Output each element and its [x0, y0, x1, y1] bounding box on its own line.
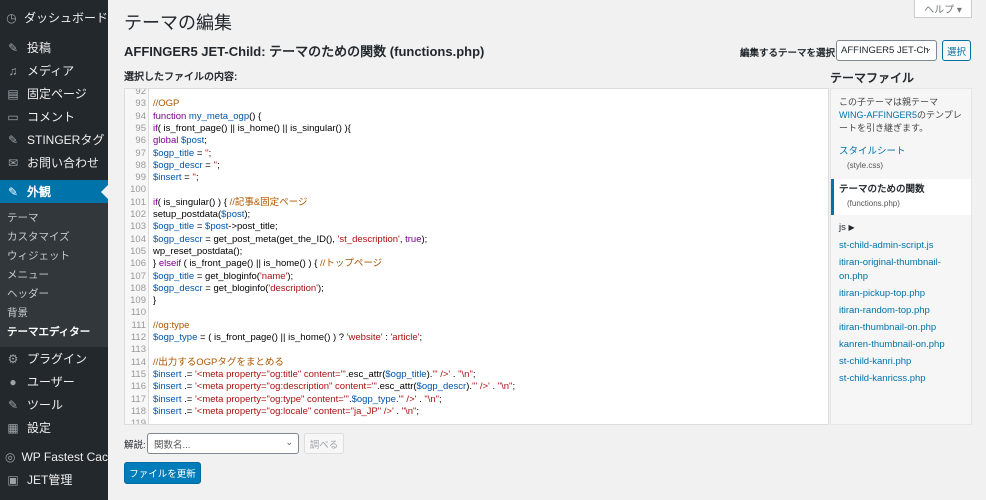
sidebar-item-5[interactable]: ✎ STINGERタグ: [0, 128, 108, 151]
lookup-button[interactable]: 調べる: [304, 433, 344, 454]
sidebar-item-label: プラグイン: [27, 352, 88, 366]
submenu-item-2[interactable]: ウィジェット: [0, 246, 108, 265]
file-item[interactable]: kanren-thumbnail-on.php: [831, 338, 971, 352]
admin-sidebar: ◷ ダッシュボード ✎ 投稿 ♫ メディア ▤ 固定ページ ▭ コメント ✎ S…: [0, 0, 108, 500]
sidebar-item-1[interactable]: ✎ 投稿: [0, 36, 108, 59]
sidebar-item-3[interactable]: ▤ 固定ページ: [0, 82, 108, 105]
sidebar-item-label: ユーザー: [27, 375, 75, 389]
child-theme-note: この子テーマは親テーマ WING-AFFINGER5のテンプレートを引き継ぎます…: [831, 89, 971, 135]
file-item[interactable]: itiran-pickup-top.php: [831, 287, 971, 301]
line-number: 119: [130, 418, 146, 425]
submenu-item-5[interactable]: 背景: [0, 303, 108, 322]
folder-js-label: js: [839, 222, 846, 233]
caret-right-icon: ▶: [848, 223, 855, 232]
sidebar-item-label: STINGERタグ: [27, 133, 105, 147]
sidebar-item-label: JET管理: [27, 473, 73, 487]
theme-files-panel: この子テーマは親テーマ WING-AFFINGER5のテンプレートを引き継ぎます…: [830, 88, 972, 425]
plugin-icon: ⚙: [7, 351, 19, 366]
submenu-item-1[interactable]: カスタマイズ: [0, 227, 108, 246]
theme-select-value: AFFINGER5 JET-Ch: [841, 45, 929, 56]
comment-icon: ▭: [7, 109, 19, 124]
sidebar-item-4[interactable]: ▭ コメント: [0, 105, 108, 128]
cache-icon: ◎: [5, 449, 16, 464]
appearance-submenu: テーマ カスタマイズ ウィジェット メニュー ヘッダー 背景 テーマエディター: [0, 203, 108, 347]
sidebar-item-appearance[interactable]: ✎ 外観: [0, 180, 108, 203]
sidebar-item-label: ダッシュボード: [23, 11, 108, 25]
function-select-value: 関数名...: [154, 439, 191, 451]
sidebar-item-10[interactable]: ✎ ツール: [0, 393, 108, 416]
file-item-functions-name: テーマのための関数: [839, 184, 925, 195]
sidebar-item-6[interactable]: ✉ お問い合わせ: [0, 151, 108, 174]
tool-icon: ✎: [7, 397, 19, 412]
submenu-item-0[interactable]: テーマ: [0, 208, 108, 227]
sidebar-item-label: お問い合わせ: [27, 156, 100, 170]
file-content-label: 選択したファイルの内容:: [124, 72, 238, 83]
file-item[interactable]: st-child-admin-script.js: [831, 239, 971, 253]
sidebar-item-label: ツール: [27, 398, 64, 412]
sidebar-item-label: WP Fastest Cache: [21, 449, 108, 464]
dashboard-icon: ◷: [6, 10, 17, 25]
pin-icon: ✎: [7, 40, 19, 55]
documentation-label: 解説:: [124, 440, 146, 451]
update-file-button[interactable]: ファイルを更新: [124, 462, 201, 484]
sidebar-item-13[interactable]: ▣ JET管理: [0, 468, 108, 491]
submenu-item-3[interactable]: メニュー: [0, 265, 108, 284]
function-select[interactable]: 関数名... ⌄: [147, 433, 299, 454]
sidebar-item-label: 投稿: [27, 41, 52, 55]
parent-theme-link[interactable]: WING-AFFINGER5: [839, 110, 917, 120]
sidebar-item-label: メディア: [27, 64, 75, 78]
sidebar-item-8[interactable]: ⚙ プラグイン: [0, 347, 108, 370]
sidebar-item-label: 固定ページ: [27, 87, 87, 101]
sidebar-item-label: 外観: [27, 185, 52, 199]
theme-files-title: テーマファイル: [830, 71, 915, 85]
file-item[interactable]: itiran-original-thumbnail-on.php: [831, 256, 971, 284]
file-item-stylesheet-name: スタイルシート: [839, 146, 906, 157]
file-item-functions[interactable]: テーマのための関数 (functions.php): [831, 179, 971, 215]
media-icon: ♫: [8, 63, 18, 78]
theme-select-label: 編集するテーマを選択:: [740, 48, 839, 59]
page-title: テーマの編集: [124, 13, 232, 33]
code-line[interactable]: 119: [125, 417, 828, 425]
tag-icon: ✎: [7, 132, 19, 147]
file-item[interactable]: itiran-random-top.php: [831, 304, 971, 318]
sidebar-item-11[interactable]: ▦ 設定: [0, 416, 108, 439]
sidebar-item-label: コメント: [27, 110, 76, 124]
file-item-functions-file: (functions.php): [847, 199, 900, 208]
sidebar-item-2[interactable]: ♫ メディア: [0, 59, 108, 82]
file-item[interactable]: st-child-kanricss.php: [831, 372, 971, 386]
submenu-item-4[interactable]: ヘッダー: [0, 284, 108, 303]
mail-icon: ✉: [7, 155, 19, 170]
select-theme-button[interactable]: 選択: [942, 40, 971, 61]
chevron-down-icon: ⌄: [924, 43, 932, 53]
chevron-down-icon: ⌄: [285, 437, 293, 447]
help-tab[interactable]: ヘルプ ▾: [914, 0, 972, 18]
file-item-stylesheet-file: (style.css): [847, 161, 883, 170]
page-icon: ▤: [7, 86, 19, 101]
file-item-stylesheet[interactable]: スタイルシート (style.css): [831, 145, 971, 173]
submenu-item-6[interactable]: テーマエディター: [0, 322, 108, 341]
folder-js[interactable]: js ▶: [831, 222, 971, 233]
file-item[interactable]: itiran-thumbnail-on.php: [831, 321, 971, 335]
file-list: st-child-admin-script.js itiran-original-…: [831, 239, 971, 386]
user-icon: ●: [9, 374, 17, 389]
file-heading: AFFINGER5 JET-Child: テーマのための関数 (function…: [124, 44, 485, 59]
code-editor[interactable]: 92 93//OGP 94 function my_meta_ogp() {95 if(…: [124, 88, 829, 425]
sidebar-item-label: 設定: [27, 421, 52, 435]
settings-icon: ▦: [7, 420, 19, 435]
file-item[interactable]: st-child-kanri.php: [831, 355, 971, 369]
sidebar-item-12[interactable]: ◎ WP Fastest Cache: [0, 445, 108, 468]
jet-icon: ▣: [7, 472, 19, 487]
appearance-icon: ✎: [7, 184, 19, 199]
sidebar-item-0[interactable]: ◷ ダッシュボード: [0, 6, 108, 29]
sidebar-item-9[interactable]: ● ユーザー: [0, 370, 108, 393]
child-note-prefix: この子テーマは親テーマ: [839, 97, 939, 107]
theme-select[interactable]: AFFINGER5 JET-Ch ⌄: [836, 40, 937, 61]
main-content: テーマの編集 ヘルプ ▾ AFFINGER5 JET-Child: テーマのため…: [108, 0, 986, 500]
